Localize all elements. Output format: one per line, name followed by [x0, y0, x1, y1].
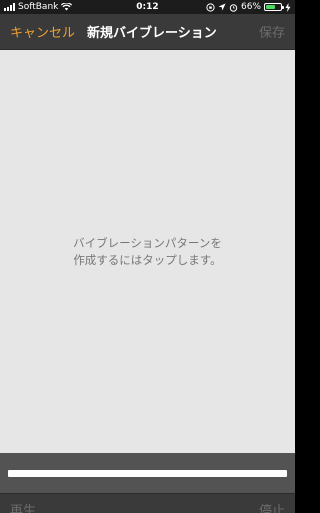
bottom-toolbar: 再生 停止	[0, 493, 295, 513]
orientation-lock-icon	[206, 2, 215, 12]
battery-icon	[264, 3, 284, 11]
tap-instruction: バイブレーションパターンを 作成するにはタップします。	[73, 235, 222, 267]
location-icon	[218, 3, 226, 11]
battery-percent: 66%	[240, 2, 261, 12]
battery-fill	[266, 5, 276, 9]
carrier-label: SoftBank	[18, 2, 59, 12]
page-title: 新規バイブレーション	[87, 26, 217, 41]
status-bar: SoftBank 0:12 66%	[0, 0, 295, 14]
navigation-bar: キャンセル 新規バイブレーション 保存	[0, 14, 295, 50]
progress-area	[0, 453, 295, 493]
wifi-icon	[61, 3, 73, 11]
cellular-signal-icon	[4, 3, 15, 11]
cancel-button[interactable]: キャンセル	[10, 22, 75, 41]
alarm-icon	[229, 3, 238, 12]
vibration-tap-area[interactable]: バイブレーションパターンを 作成するにはタップします。	[0, 50, 295, 453]
play-button[interactable]: 再生	[10, 505, 36, 513]
status-left: SoftBank	[4, 2, 206, 12]
status-right: 66%	[206, 2, 291, 12]
vibration-progress-bar	[8, 469, 287, 477]
save-button[interactable]: 保存	[259, 22, 285, 41]
charging-icon	[285, 2, 291, 12]
stop-button[interactable]: 停止	[259, 505, 285, 513]
